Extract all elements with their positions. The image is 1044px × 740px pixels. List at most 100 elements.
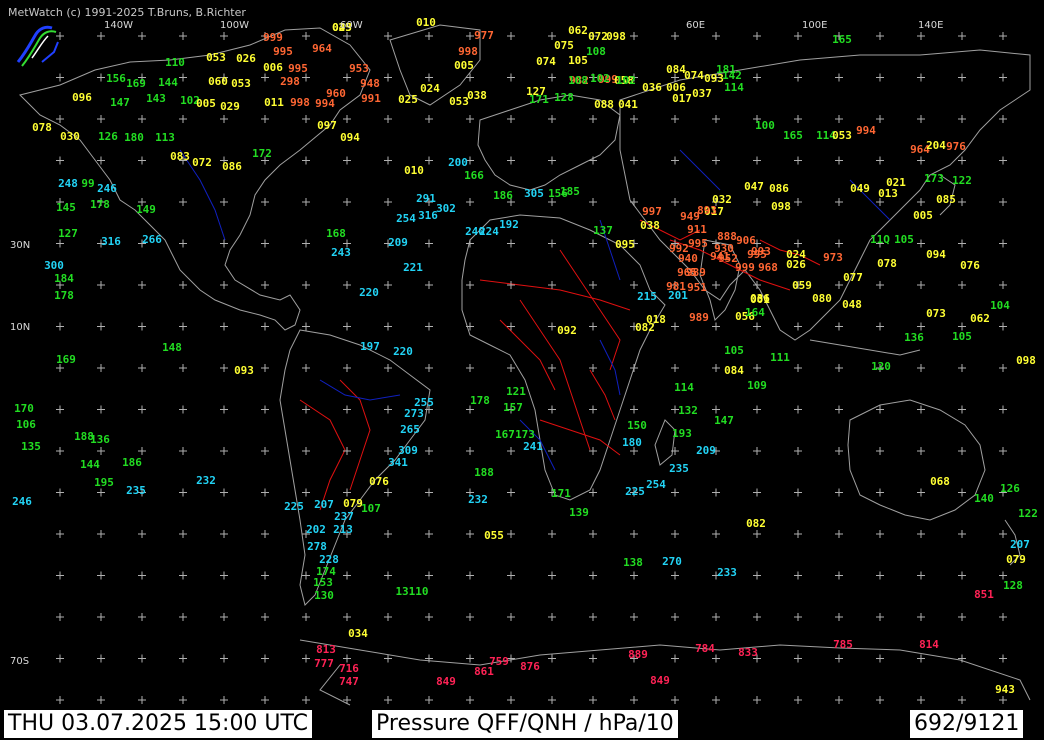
pressure-value: 316 (418, 209, 438, 222)
pressure-value: 005 (913, 209, 933, 222)
pressure-value: 105 (952, 330, 972, 343)
pressure-value: 036 (642, 81, 662, 94)
pressure-value: 814 (919, 638, 939, 651)
pressure-value: 221 (403, 261, 423, 274)
pressure-value: 097 (317, 119, 337, 132)
pressure-value: 178 (90, 198, 110, 211)
pressure-value: 147 (714, 414, 734, 427)
pressure-value: 246 (97, 182, 117, 195)
pressure-value: 235 (126, 484, 146, 497)
pressure-value: 082 (746, 517, 766, 530)
pressure-value: 072 (192, 156, 212, 169)
pressure-value: 143 (146, 92, 166, 105)
pressure-value: 047 (744, 180, 764, 193)
pressure-value: 747 (339, 675, 359, 688)
pressure-value: 049 (850, 182, 870, 195)
pressure-value: 037 (692, 87, 712, 100)
pressure-value: 213 (333, 523, 353, 536)
pressure-value: 209 (696, 444, 716, 457)
world-map: 025 010977 062 072098999964995 998 075 1081651… (0, 0, 1044, 740)
pressure-value: 172 (252, 147, 272, 160)
pressure-value: 889 (628, 648, 648, 661)
pressure-value: 092 (557, 324, 577, 337)
pressure-value: 833 (738, 646, 758, 659)
pressure-value: 096 (72, 91, 92, 104)
pressure-value: 104 (990, 299, 1010, 312)
pressure-value: 006 (263, 61, 283, 74)
pressure-value: 976 (946, 140, 966, 153)
pressure-value: 178 (470, 394, 490, 407)
lon-label: 60E (686, 20, 706, 31)
pressure-value: 011 (264, 96, 284, 109)
pressure-value: 999 (263, 31, 283, 44)
pressure-value: 254 (646, 478, 666, 491)
pressure-value: 166 (464, 169, 484, 182)
pressure-value: 074 (684, 69, 704, 82)
pressure-value: 110 (165, 56, 185, 69)
pressure-value: 093 (234, 364, 254, 377)
pressure-value: 076 (960, 259, 980, 272)
footer-count: 692/9121 (910, 710, 1024, 738)
pressure-value: 136 (904, 331, 924, 344)
pressure-value: 192 (499, 218, 519, 231)
pressure-value: 989 (689, 311, 709, 324)
pressure-value: 005 (196, 97, 216, 110)
pressure-value: 138 (623, 556, 643, 569)
pressure-value: 127 (58, 227, 78, 240)
pressure-value: 200 (448, 156, 468, 169)
pressure-value: 998 (290, 96, 310, 109)
pressure-value: 309 (398, 444, 418, 457)
footer-parameter: Pressure QFF/QNH / hPa/10 (372, 710, 678, 738)
pressure-value: 941 (710, 250, 730, 263)
pressure-value: 094 (926, 248, 946, 261)
pressure-value: 995 (288, 62, 308, 75)
lon-label: 100W (220, 20, 249, 31)
pressure-value: 156 (106, 72, 126, 85)
pressure-value: 876 (520, 660, 540, 673)
pressure-value: 241 (523, 440, 543, 453)
pressure-value: 018 (646, 313, 666, 326)
pressure-value: 026 (236, 52, 256, 65)
pressure-value: 195 (94, 476, 114, 489)
pressure-value: 139 (569, 506, 589, 519)
pressure-value: 048 (842, 298, 862, 311)
pressure-value: 235 (669, 462, 689, 475)
pressure-value: 107 (361, 502, 381, 515)
pressure-value: 991 (361, 92, 381, 105)
pressure-value: 99 (81, 177, 94, 190)
pressure-value: 113 (155, 131, 175, 144)
pressure-value: 813 (316, 643, 336, 656)
pressure-value: 121 (506, 385, 526, 398)
pressure-value: 111 (770, 351, 790, 364)
pressure-value: 140 (974, 492, 994, 505)
pressure-value: 341 (388, 456, 408, 469)
pressure-value: 291 (416, 192, 436, 205)
pressure-value: 135 (21, 440, 41, 453)
pressure-value: 083 (170, 150, 190, 163)
lon-label: 140W (104, 20, 133, 31)
pressure-value: 948 (360, 77, 380, 90)
pressure-value: 994 (856, 124, 876, 137)
copyright-text: MetWatch (c) 1991-2025 T.Bruns, B.Richte… (8, 6, 246, 19)
pressure-value: 243 (331, 246, 351, 259)
pressure-value: 148 (162, 341, 182, 354)
lon-label: 60W (340, 20, 363, 31)
pressure-value: 053 (449, 95, 469, 108)
pressure-value: 060 (208, 75, 228, 88)
pressure-value: 034 (348, 627, 368, 640)
pressure-value: 204 (926, 139, 946, 152)
pressure-value: 964 (312, 42, 332, 55)
pressure-value: 030 (60, 130, 80, 143)
pressure-value: 995 (747, 248, 767, 261)
pressure-value: 995 (688, 237, 708, 250)
pressure-value: 136 (90, 433, 110, 446)
pressure-value: 109 (747, 379, 767, 392)
pressure-value: 122 (952, 174, 972, 187)
pressure-value: 193 (672, 427, 692, 440)
pressure-value: 085 (936, 193, 956, 206)
pressure-value: 001 (750, 293, 770, 306)
pressure-value: 074 (536, 55, 556, 68)
pressure-value: 973 (823, 251, 843, 264)
pressure-value: 088 (594, 98, 614, 111)
pressure-value: 144 (158, 76, 178, 89)
